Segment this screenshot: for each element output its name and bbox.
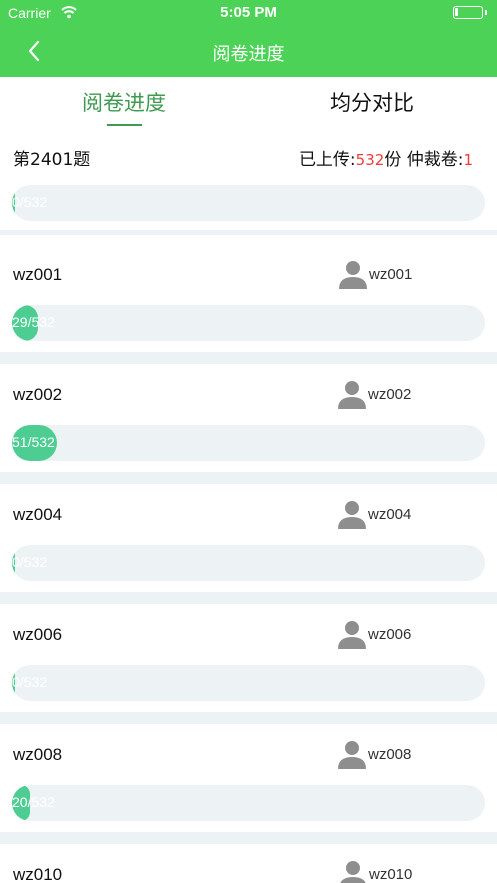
header: Carrier 5:05 PM 阅卷进度: [0, 0, 497, 77]
grader-name: wz004: [13, 505, 63, 524]
battery-icon: [453, 6, 483, 19]
uploaded-count: 532: [355, 151, 385, 169]
grader-user: wz006: [368, 626, 412, 643]
grader-name: wz001: [13, 265, 63, 284]
progress-text: 29/532: [12, 314, 55, 330]
page-title: 阅卷进度: [212, 44, 285, 65]
progress-text: 20/532: [12, 794, 55, 810]
grader-progress-bar: 51/532: [12, 425, 485, 461]
grader-name: wz006: [13, 625, 63, 644]
question-title: 第2401题: [13, 150, 91, 170]
divider: [0, 832, 497, 844]
grader-user: wz001: [369, 266, 413, 283]
divider: [0, 592, 497, 604]
user-avatar-icon: [339, 261, 367, 289]
divider: [0, 352, 497, 364]
overall-progress-bar: 0/532: [12, 185, 485, 221]
tab-average-comparison[interactable]: 均分对比: [248, 87, 496, 117]
user-avatar-icon: [338, 621, 366, 649]
tab-active-indicator: [107, 124, 142, 126]
uploaded-label: 已上传:: [298, 150, 356, 170]
divider: [0, 230, 497, 235]
grader-progress-bar: 0/532: [12, 665, 485, 701]
grader-name: wz008: [13, 745, 63, 764]
grader-progress-bar: 0/532: [12, 545, 485, 581]
upload-stats: 已上传:532份 仲裁卷:1: [299, 145, 473, 170]
battery-nub: [485, 10, 487, 15]
grader-user: wz004: [368, 506, 412, 523]
nav-bar: 阅卷进度: [0, 26, 497, 77]
arbitration-count: 1: [463, 151, 473, 169]
grader-user: wz002: [368, 386, 412, 403]
question-summary: 第2401题 已上传:532份 仲裁卷:1: [0, 140, 497, 172]
grader-user: wz008: [368, 746, 412, 763]
divider: [0, 712, 497, 724]
grader-progress-bar: 20/532: [12, 785, 485, 821]
tab-grading-progress[interactable]: 阅卷进度: [0, 87, 248, 117]
progress-text: 0/532: [12, 194, 48, 210]
progress-text: 51/532: [12, 434, 55, 450]
divider: [0, 472, 497, 484]
user-avatar-icon: [340, 861, 366, 883]
grader-name: wz010: [13, 865, 63, 883]
grader-user: wz010: [369, 866, 413, 883]
uploaded-unit: 份: [384, 150, 402, 170]
progress-text: 0/532: [12, 554, 48, 570]
arbitration-label: 仲裁卷:: [401, 150, 464, 170]
clock: 5:05 PM: [220, 4, 277, 21]
status-bar: Carrier 5:05 PM: [0, 0, 497, 26]
tab-bar: 阅卷进度 均分对比: [0, 77, 497, 127]
user-avatar-icon: [338, 741, 366, 769]
progress-text: 0/532: [12, 674, 48, 690]
grader-progress-bar: 29/532: [12, 305, 485, 341]
user-avatar-icon: [338, 381, 366, 409]
grader-name: wz002: [13, 385, 63, 404]
user-avatar-icon: [338, 501, 366, 529]
